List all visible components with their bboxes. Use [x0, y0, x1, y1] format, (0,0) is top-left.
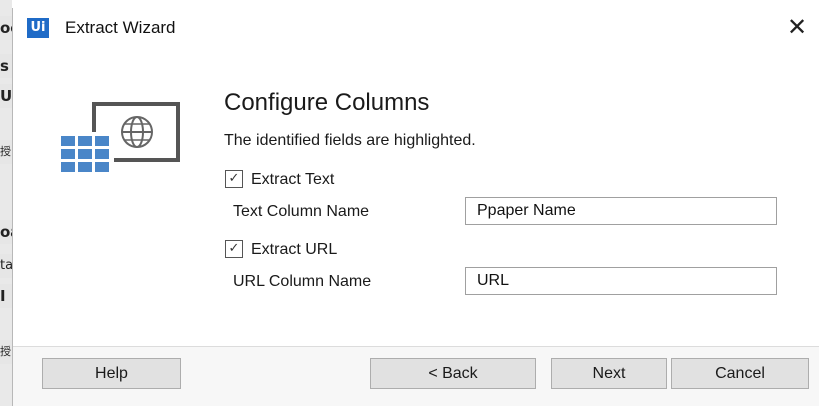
cancel-button[interactable]: Cancel [671, 358, 809, 389]
url-column-name-input[interactable] [465, 267, 777, 295]
background-text-fragment: I [0, 284, 12, 308]
background-text-fragment: oc [0, 16, 12, 40]
footer-divider [13, 346, 819, 347]
checkmark-icon: ✓ [225, 239, 243, 258]
page-title: Configure Columns [224, 89, 430, 116]
title-bar: Ui Extract Wizard ✕ [13, 8, 819, 48]
url-column-name-label: URL Column Name [233, 273, 372, 290]
text-column-name-label: Text Column Name [233, 203, 370, 220]
extract-text-label: Extract Text [251, 171, 335, 188]
next-button[interactable]: Next [551, 358, 667, 389]
extract-url-label: Extract URL [251, 241, 338, 258]
close-button[interactable]: ✕ [775, 8, 819, 48]
close-icon: ✕ [786, 13, 808, 41]
background-text-fragment: 授 [0, 140, 12, 164]
background-text-fragment: oa [0, 220, 12, 244]
background-text-fragment: 授 [0, 340, 12, 364]
uipath-app-icon: Ui [27, 18, 49, 38]
wizard-content: Configure Columns The identified fields … [13, 48, 819, 346]
table-globe-icon [58, 102, 180, 172]
text-column-name-input[interactable] [465, 197, 777, 225]
extract-wizard-dialog: Ui Extract Wizard ✕ Configure Columns Th… [12, 8, 819, 406]
extract-url-checkbox[interactable]: ✓ Extract URL [225, 239, 338, 260]
page-description: The identified fields are highlighted. [224, 132, 476, 149]
background-text-fragment: ta [0, 254, 12, 278]
background-text-fragment: U [0, 84, 12, 108]
back-button[interactable]: < Back [370, 358, 536, 389]
background-text-fragment: s [0, 54, 12, 78]
window-title: Extract Wizard [65, 18, 176, 37]
extract-text-checkbox[interactable]: ✓ Extract Text [225, 169, 335, 190]
help-button[interactable]: Help [42, 358, 181, 389]
checkmark-icon: ✓ [225, 169, 243, 188]
